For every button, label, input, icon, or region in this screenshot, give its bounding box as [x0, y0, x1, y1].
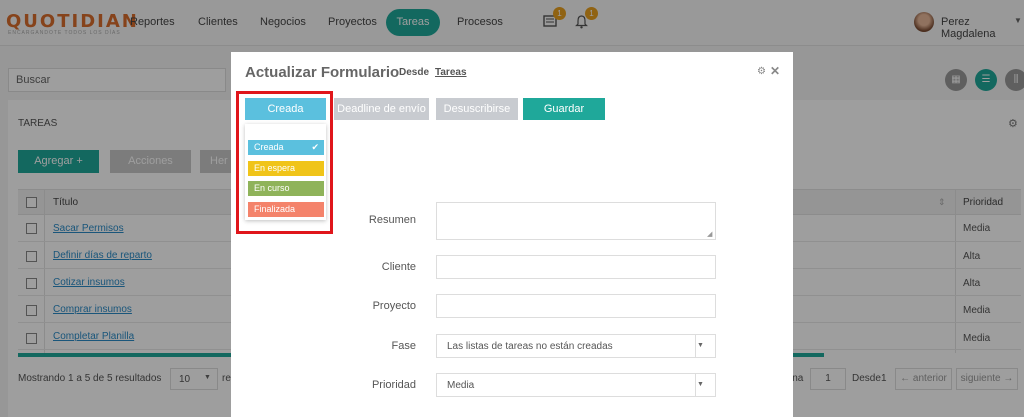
phase-select[interactable]: Las listas de tareas no están creadas — [436, 334, 716, 358]
priority-select[interactable]: Media — [436, 373, 716, 397]
save-button[interactable]: Guardar — [523, 98, 605, 120]
modal-from-link[interactable]: Tareas — [435, 67, 467, 78]
client-label: Cliente — [381, 261, 416, 273]
highlight-annotation — [236, 91, 333, 234]
gear-icon[interactable]: ⚙ — [757, 66, 766, 77]
project-field[interactable] — [436, 294, 716, 318]
client-field[interactable] — [436, 255, 716, 279]
select-divider — [695, 374, 696, 396]
modal-title: Actualizar Formulario — [245, 64, 400, 81]
summary-label: Resumen — [368, 214, 416, 226]
close-icon[interactable]: ✕ — [770, 64, 780, 78]
select-divider — [695, 335, 696, 357]
priority-label: Prioridad — [371, 379, 416, 391]
unsubscribe-button[interactable]: Desuscribirse — [436, 98, 518, 120]
deadline-button[interactable]: Deadline de envío — [334, 98, 429, 120]
update-form-modal: Actualizar Formulario Desde Tareas ⚙ ✕ C… — [231, 52, 793, 417]
modal-from-label: Desde — [399, 67, 430, 78]
chevron-down-icon[interactable]: ▼ — [697, 381, 704, 388]
chevron-down-icon[interactable]: ▼ — [697, 342, 704, 349]
resize-handle-icon[interactable]: ◢ — [707, 230, 712, 238]
project-label: Proyecto — [372, 300, 416, 312]
summary-textarea[interactable] — [436, 202, 716, 240]
phase-label: Fase — [391, 340, 416, 352]
